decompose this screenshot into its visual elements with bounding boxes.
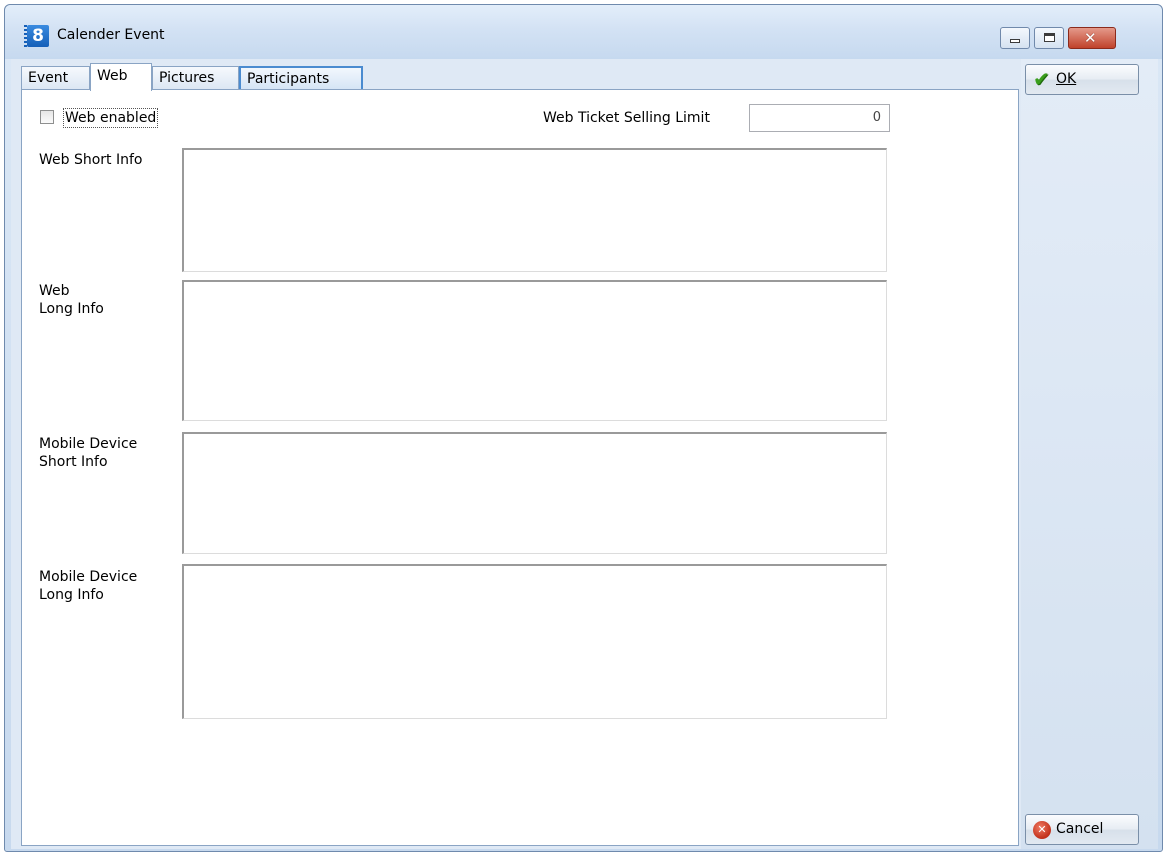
minimize-button[interactable] [1000, 27, 1030, 49]
web-long-info-textarea[interactable] [182, 280, 887, 421]
web-short-info-label: Web Short Info [39, 152, 143, 168]
window-title: Calender Event [57, 27, 165, 43]
cancel-button[interactable]: ✕ Cancel [1025, 814, 1139, 845]
web-ticket-selling-limit-label: Web Ticket Selling Limit [543, 110, 710, 126]
maximize-icon [1044, 33, 1055, 42]
tab-web[interactable]: Web [90, 63, 152, 91]
ok-button-label: OK [1056, 71, 1077, 87]
maximize-button[interactable] [1034, 27, 1064, 49]
action-sidebar: ✔ OK ✕ Cancel [1021, 59, 1158, 849]
cancel-button-label: Cancel [1056, 821, 1104, 837]
dialog-body: Event Web Pictures Participants Web enab… [11, 59, 1158, 849]
checkmark-icon: ✔ [1033, 67, 1050, 91]
web-enabled-checkbox[interactable] [40, 110, 54, 124]
web-enabled-label[interactable]: Web enabled [63, 108, 159, 128]
title-bar[interactable]: 8 Calender Event ✕ [5, 5, 1162, 59]
cancel-x-icon: ✕ [1033, 821, 1051, 839]
web-ticket-selling-limit-input[interactable]: 0 [749, 104, 890, 132]
mobile-device-long-info-label: Mobile Device Long Info [39, 569, 138, 603]
tab-pictures[interactable]: Pictures [152, 66, 239, 90]
mobile-device-short-info-label: Mobile Device Short Info [39, 436, 138, 470]
minimize-icon [1010, 39, 1020, 43]
mobile-device-long-info-textarea[interactable] [182, 564, 887, 719]
web-short-info-textarea[interactable] [182, 148, 887, 272]
mobile-device-short-info-textarea[interactable] [182, 432, 887, 554]
close-icon: ✕ [1084, 29, 1097, 47]
web-tab-panel: Web enabled Web Ticket Selling Limit 0 W… [21, 89, 1019, 846]
close-button[interactable]: ✕ [1068, 27, 1116, 49]
app-logo-icon: 8 [24, 25, 49, 47]
calendar-event-window: 8 Calender Event ✕ Event Web Pictures Pa… [4, 4, 1163, 852]
web-long-info-label: Web Long Info [39, 283, 104, 317]
tab-event[interactable]: Event [21, 66, 90, 90]
ok-button[interactable]: ✔ OK [1025, 64, 1139, 95]
tab-participants[interactable]: Participants [239, 66, 363, 90]
